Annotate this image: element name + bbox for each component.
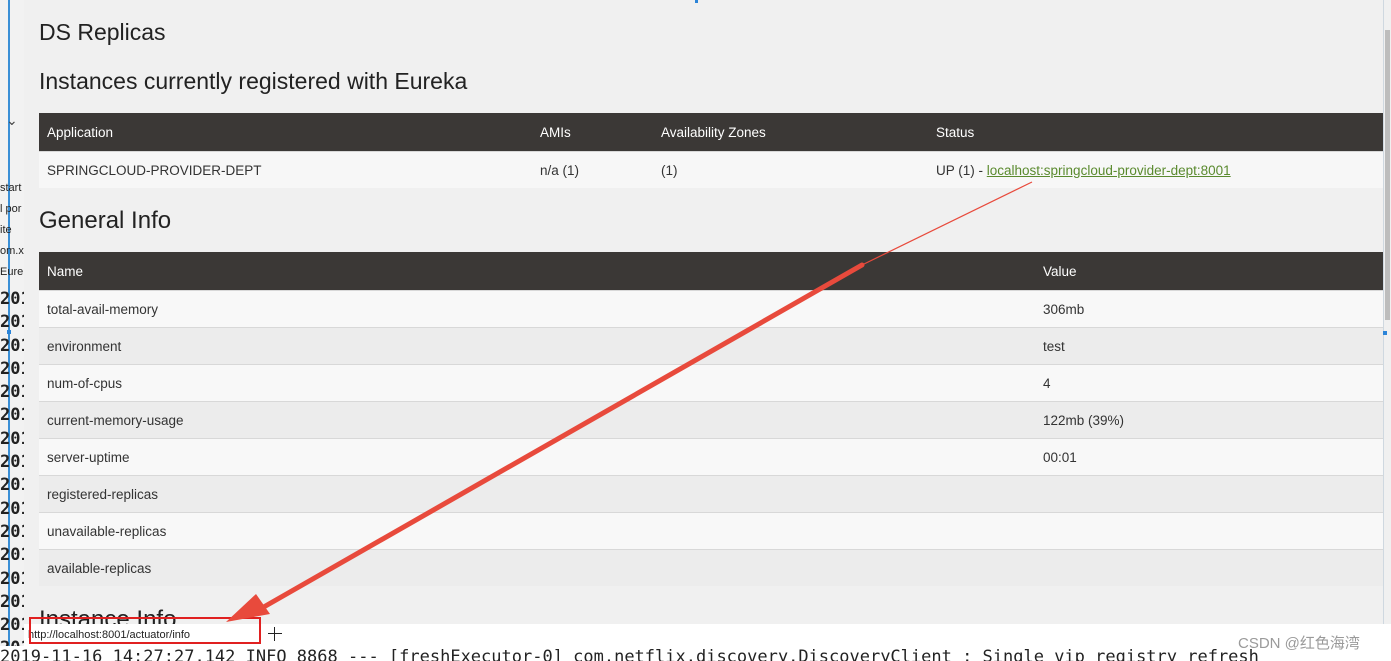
log-prefix: 201 <box>0 335 24 356</box>
col-name: Name <box>39 252 1035 291</box>
tree-item[interactable]: l por <box>0 199 24 220</box>
value-cell <box>1035 549 1383 586</box>
value-cell: test <box>1035 327 1383 365</box>
table-header-row: Name Value <box>39 252 1383 291</box>
selection-handle <box>7 330 11 334</box>
col-value: Value <box>1035 252 1383 291</box>
name-cell: available-replicas <box>39 549 1035 586</box>
watermark: CSDN @红色海湾 <box>1238 635 1360 652</box>
table-header-row: Application AMIs Availability Zones Stat… <box>39 113 1383 152</box>
application-cell: SPRINGCLOUD-PROVIDER-DEPT <box>39 151 532 188</box>
table-row: total-avail-memory 306mb <box>39 290 1383 328</box>
table-row: server-uptime 00:01 <box>39 438 1383 476</box>
value-cell <box>1035 512 1383 550</box>
log-prefix: 201 <box>0 568 24 589</box>
browser-status-bar: http://localhost:8001/actuator/info <box>24 617 1391 646</box>
console-log-line: 2019-11-16 14:27:27.142 INFO 8868 --- [f… <box>0 646 1391 661</box>
log-prefix: 201 <box>0 405 24 426</box>
project-tree-snippets: start l por ite om.xi Eure <box>0 178 24 283</box>
col-application: Application <box>39 113 532 152</box>
value-cell <box>1035 475 1383 513</box>
value-cell: 00:01 <box>1035 438 1383 476</box>
log-prefix: 201 <box>0 498 24 519</box>
log-prefix: 201 <box>0 289 24 309</box>
scrollbar-thumb[interactable] <box>1385 30 1390 320</box>
status-text: UP (1) - <box>936 162 987 178</box>
log-prefix: 201 <box>0 428 24 449</box>
zones-cell: (1) <box>653 151 928 188</box>
instance-link[interactable]: localhost:springcloud-provider-dept:8001 <box>987 163 1231 178</box>
col-status: Status <box>928 113 1383 152</box>
instances-heading: Instances currently registered with Eure… <box>39 68 468 94</box>
value-cell: 4 <box>1035 364 1383 402</box>
log-prefix: 201 <box>0 521 24 542</box>
table-row: unavailable-replicas <box>39 512 1383 550</box>
log-prefix: 201 <box>0 452 24 473</box>
console-log-prefixes: 201 201 201 201 201 201 201 201 201 201 … <box>0 288 24 661</box>
tree-item[interactable]: start <box>0 178 24 199</box>
table-row: num-of-cpus 4 <box>39 364 1383 402</box>
table-row: current-memory-usage 122mb (39%) <box>39 401 1383 439</box>
table-row: SPRINGCLOUD-PROVIDER-DEPT n/a (1) (1) UP… <box>39 151 1383 188</box>
highlight-box <box>29 617 261 644</box>
value-cell: 306mb <box>1035 290 1383 328</box>
general-info-table: Name Value total-avail-memory 306mb envi… <box>39 252 1383 586</box>
status-cell: UP (1) - localhost:springcloud-provider-… <box>928 151 1383 188</box>
tree-item[interactable]: ite <box>0 220 24 241</box>
chevron-down-icon[interactable]: ⌄ <box>6 112 18 129</box>
name-cell: environment <box>39 327 1035 365</box>
tree-item[interactable]: om.xi <box>0 241 24 262</box>
name-cell: server-uptime <box>39 438 1035 476</box>
ds-replicas-heading: DS Replicas <box>39 19 166 45</box>
log-prefix: 201 <box>0 312 24 333</box>
crosshair-cursor-icon <box>268 627 282 641</box>
name-cell: total-avail-memory <box>39 290 1035 328</box>
log-prefix: 201 <box>0 545 24 566</box>
selection-handle <box>1383 331 1387 335</box>
instances-table: Application AMIs Availability Zones Stat… <box>39 113 1383 188</box>
col-amis: AMIs <box>532 113 653 152</box>
col-zones: Availability Zones <box>653 113 928 152</box>
selection-handle <box>695 0 698 3</box>
eureka-dashboard: DS Replicas Instances currently register… <box>24 0 1383 624</box>
value-cell: 122mb (39%) <box>1035 401 1383 439</box>
log-prefix: 201 <box>0 615 24 636</box>
tree-item[interactable]: Eure <box>0 262 24 283</box>
table-row: registered-replicas <box>39 475 1383 513</box>
name-cell: num-of-cpus <box>39 364 1035 402</box>
general-info-heading: General Info <box>39 207 172 234</box>
log-prefix: 201 <box>0 591 24 612</box>
log-prefix: 201 <box>0 475 24 496</box>
name-cell: unavailable-replicas <box>39 512 1035 550</box>
amis-cell: n/a (1) <box>532 151 653 188</box>
table-row: environment test <box>39 327 1383 365</box>
name-cell: registered-replicas <box>39 475 1035 513</box>
name-cell: current-memory-usage <box>39 401 1035 439</box>
vertical-scrollbar[interactable] <box>1383 0 1391 624</box>
log-prefix: 201 <box>0 358 24 379</box>
ide-left-panel: ⌄ start l por ite om.xi Eure 201 201 201… <box>0 0 25 661</box>
log-prefix: 201 <box>0 382 24 403</box>
table-row: available-replicas <box>39 549 1383 586</box>
